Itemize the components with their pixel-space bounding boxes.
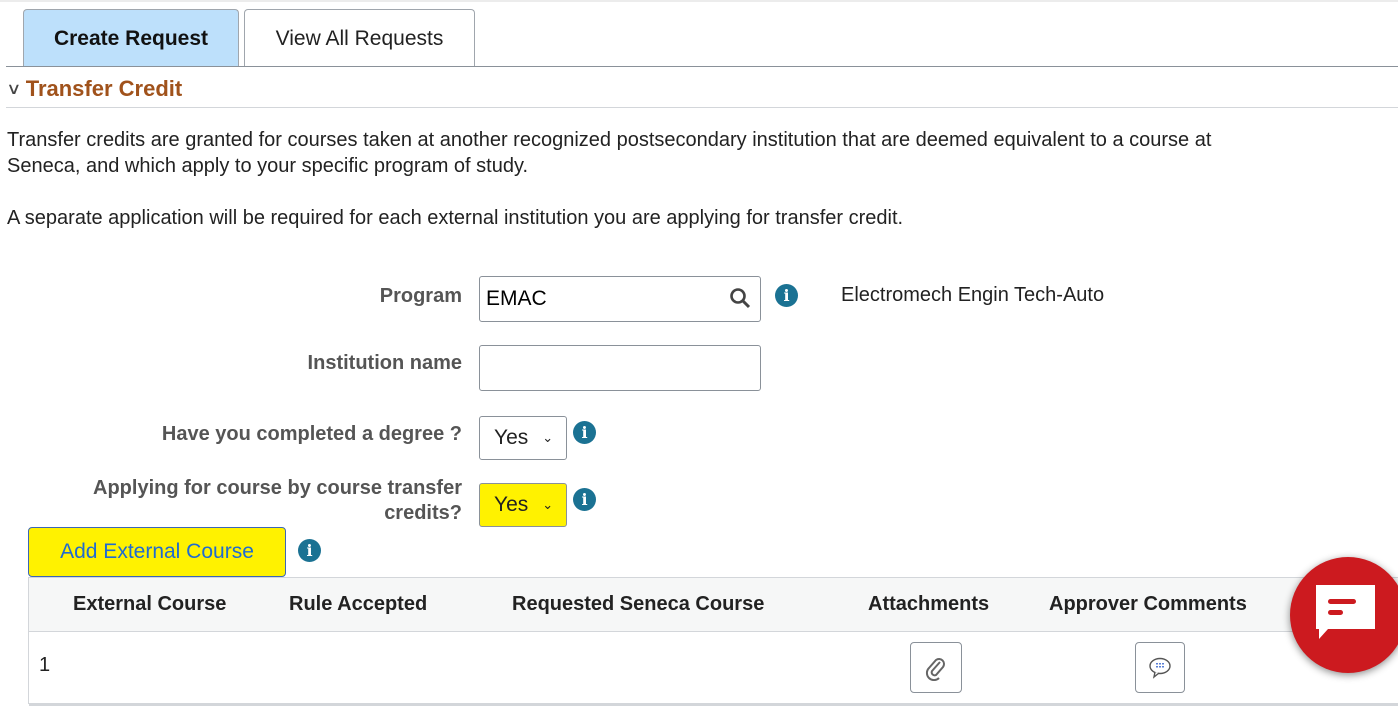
paperclip-icon (925, 657, 945, 681)
column-approver-comments: Approver Comments (1049, 593, 1247, 615)
course-by-course-label-line2: credits? (384, 502, 462, 524)
course-by-course-info-icon[interactable]: i (573, 488, 596, 511)
approver-comments-button[interactable] (1135, 642, 1185, 693)
column-external-course: External Course (73, 593, 227, 615)
chat-button[interactable] (1290, 557, 1398, 673)
chevron-down-icon: ∨ (6, 81, 22, 98)
chevron-down-icon: ⌄ (542, 430, 554, 445)
grid-header: External Course Rule Accepted Requested … (29, 578, 1398, 632)
institution-name-input[interactable] (479, 345, 761, 391)
chat-icon (1316, 585, 1375, 639)
degree-label: Have you completed a degree ? (161, 423, 462, 445)
external-course-grid: External Course Rule Accepted Requested … (28, 577, 1398, 706)
degree-info-icon[interactable]: i (573, 421, 596, 444)
attachments-button[interactable] (910, 642, 962, 693)
section-header-transfer-credit[interactable]: ∨ Transfer Credit (6, 76, 183, 102)
course-by-course-label: Applying for course by course transfer c… (93, 476, 462, 526)
search-icon[interactable] (729, 287, 751, 314)
intro-line-1: Transfer credits are granted for courses… (7, 129, 1212, 151)
program-input[interactable] (479, 276, 761, 322)
tab-divider (6, 66, 1398, 67)
comment-bubble-icon (1149, 657, 1171, 679)
program-info-icon[interactable]: i (775, 284, 798, 307)
add-external-course-button[interactable]: Add External Course (28, 527, 286, 577)
add-course-info-icon[interactable]: i (298, 539, 321, 562)
institution-label: Institution name (307, 352, 462, 374)
chevron-down-icon: ⌄ (542, 497, 554, 512)
row-number: 1 (39, 654, 51, 676)
course-by-course-select-value: Yes (494, 493, 529, 516)
intro-line-2: Seneca, and which apply to your specific… (7, 155, 529, 177)
section-divider (6, 107, 1398, 108)
column-requested-seneca-course: Requested Seneca Course (512, 593, 765, 615)
intro-paragraph-2: A separate application will be required … (7, 207, 904, 229)
course-by-course-label-line1: Applying for course by course transfer (93, 477, 462, 499)
degree-select-value: Yes (494, 426, 529, 449)
column-rule-accepted: Rule Accepted (289, 593, 428, 615)
degree-select[interactable]: Yes ⌄ (479, 416, 567, 460)
program-description: Electromech Engin Tech-Auto (841, 284, 1105, 306)
tab-create-request[interactable]: Create Request (23, 9, 239, 67)
section-title: Transfer Credit (25, 76, 183, 101)
column-attachments: Attachments (868, 593, 990, 615)
tab-view-all-requests[interactable]: View All Requests (244, 9, 475, 67)
top-border (0, 0, 1398, 2)
course-by-course-select[interactable]: Yes ⌄ (479, 483, 567, 527)
program-label: Program (379, 285, 462, 307)
